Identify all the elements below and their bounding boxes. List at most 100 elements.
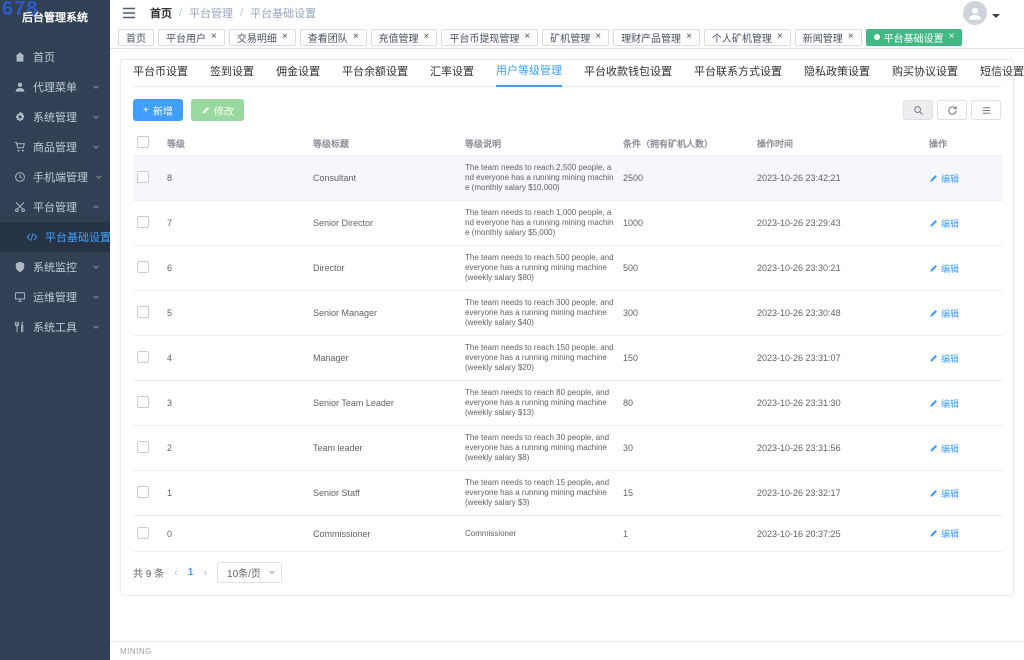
tab-user-level-management[interactable]: 用户等级管理 (496, 62, 562, 87)
breadcrumb-platform-management[interactable]: 平台管理 (189, 5, 233, 21)
chevron-down-icon (95, 173, 103, 181)
avatar[interactable] (963, 1, 987, 25)
tag-platform-basic-settings[interactable]: 平台基础设置× (866, 29, 963, 46)
sidebar-item-mobile-management[interactable]: 手机端管理 (0, 162, 110, 192)
tag-home[interactable]: 首页 (118, 29, 154, 46)
tab-commission-settings[interactable]: 佣金设置 (276, 63, 320, 86)
page-size-select[interactable]: 10条/页 (217, 562, 282, 583)
cell-time: 2023-10-26 23:32:17 (753, 471, 925, 516)
sidebar-item-label: 系统管理 (33, 109, 77, 125)
tag-wealth-product-management[interactable]: 理财产品管理× (613, 29, 700, 46)
next-page-button[interactable]: › (203, 567, 207, 579)
tag-personal-miner-management[interactable]: 个人矿机管理× (704, 29, 791, 46)
edit-row-button[interactable]: 编辑 (929, 217, 959, 230)
tag-miner-management[interactable]: 矿机管理 × (542, 29, 609, 46)
user-menu[interactable] (963, 1, 1014, 25)
pencil-icon (929, 309, 938, 318)
tag-view-team[interactable]: 查看团队 × (300, 29, 367, 46)
columns-button[interactable] (971, 100, 1001, 120)
edit-row-button[interactable]: 编辑 (929, 527, 959, 540)
edit-row-button[interactable]: 编辑 (929, 442, 959, 455)
tab-platform-balance-settings[interactable]: 平台余额设置 (342, 63, 408, 86)
tag-platform-users[interactable]: 平台用户× (158, 29, 225, 46)
tag-transaction-detail[interactable]: 交易明细× (229, 29, 296, 46)
footer: MINING (110, 641, 1024, 660)
close-icon[interactable]: × (848, 32, 854, 42)
table-row: 4 Manager The team needs to reach 150 pe… (133, 336, 1003, 381)
search-toggle-button[interactable] (903, 100, 933, 120)
edit-row-button[interactable]: 编辑 (929, 352, 959, 365)
tab-purchase-agreement-settings[interactable]: 购买协议设置 (892, 63, 958, 86)
breadcrumb-home[interactable]: 首页 (150, 5, 172, 21)
close-icon[interactable]: × (211, 32, 217, 42)
tab-exchange-rate-settings[interactable]: 汇率设置 (430, 63, 474, 86)
col-condition: 条件（拥有矿机人数） (619, 131, 753, 156)
cell-time: 2023-10-26 23:29:43 (753, 201, 925, 246)
edit-row-button[interactable]: 编辑 (929, 487, 959, 500)
tab-sms-settings[interactable]: 短信设置 (980, 63, 1024, 86)
sidebar-item-platform-basic-settings[interactable]: 平台基础设置 (0, 222, 110, 252)
row-checkbox[interactable] (137, 527, 149, 539)
table-tools (903, 100, 1001, 120)
sidebar-item-system-tools[interactable]: 系统工具 (0, 312, 110, 342)
tag-label: 矿机管理 (550, 30, 590, 45)
row-checkbox[interactable] (137, 351, 149, 363)
close-icon[interactable]: × (524, 32, 530, 42)
edit-row-button[interactable]: 编辑 (929, 262, 959, 275)
cell-level: 3 (163, 381, 309, 426)
cell-condition: 1 (619, 516, 753, 552)
page-size-value: 10条/页 (227, 565, 261, 580)
row-checkbox[interactable] (137, 441, 149, 453)
tag-withdrawal-management[interactable]: 平台币提现管理× (441, 29, 538, 46)
tab-checkin-settings[interactable]: 签到设置 (210, 63, 254, 86)
sidebar-item-ops-management[interactable]: 运维管理 (0, 282, 110, 312)
cell-title: Director (309, 246, 461, 291)
cell-desc: The team needs to reach 2,500 people, an… (461, 156, 619, 201)
sidebar-item-system-management[interactable]: 系统管理 (0, 102, 110, 132)
sidebar-item-platform-management[interactable]: 平台管理 (0, 192, 110, 222)
row-checkbox[interactable] (137, 306, 149, 318)
tab-platform-coin-settings[interactable]: 平台币设置 (133, 63, 188, 86)
select-all-checkbox[interactable] (137, 136, 149, 148)
tag-recharge-management[interactable]: 充值管理 × (371, 29, 438, 46)
edit-row-button[interactable]: 编辑 (929, 307, 959, 320)
tag-label: 充值管理 (379, 30, 419, 45)
close-icon[interactable]: × (424, 32, 430, 42)
row-checkbox[interactable] (137, 486, 149, 498)
row-checkbox[interactable] (137, 216, 149, 228)
edit-link-label: 编辑 (941, 262, 959, 275)
sidebar-item-system-monitor[interactable]: 系统监控 (0, 252, 110, 282)
col-actions: 操作 (925, 131, 1003, 156)
app-root: 678 后台管理系统 首页 代理菜单 系统管理 商品管理 (0, 0, 1024, 660)
prev-page-button[interactable]: ‹ (174, 567, 178, 579)
sidebar-toggle-icon[interactable] (122, 7, 136, 19)
close-icon[interactable]: × (686, 32, 692, 42)
close-icon[interactable]: × (949, 32, 955, 42)
close-icon[interactable]: × (595, 32, 601, 42)
close-icon[interactable]: × (353, 32, 359, 42)
tab-receiving-wallet-settings[interactable]: 平台收款钱包设置 (584, 63, 672, 86)
table-row: 0 Commissioner Commissioner 1 2023-10-16… (133, 516, 1003, 552)
tag-news-management[interactable]: 新闻管理× (795, 29, 862, 46)
edit-row-button[interactable]: 编辑 (929, 397, 959, 410)
row-checkbox[interactable] (137, 396, 149, 408)
edit-row-button[interactable]: 编辑 (929, 172, 959, 185)
sidebar-item-home[interactable]: 首页 (0, 42, 110, 72)
page-number-1[interactable]: 1 (188, 567, 194, 578)
sidebar-item-label: 首页 (33, 49, 55, 65)
sidebar-item-goods-management[interactable]: 商品管理 (0, 132, 110, 162)
tab-contact-settings[interactable]: 平台联系方式设置 (694, 63, 782, 86)
tab-privacy-policy-settings[interactable]: 隐私政策设置 (804, 63, 870, 86)
row-checkbox[interactable] (137, 171, 149, 183)
close-icon[interactable]: × (777, 32, 783, 42)
cell-title: Senior Director (309, 201, 461, 246)
close-icon[interactable]: × (282, 32, 288, 42)
tag-label: 查看团队 (308, 30, 348, 45)
sidebar-item-label: 平台基础设置 (45, 229, 111, 245)
refresh-button[interactable] (937, 100, 967, 120)
edit-link-label: 编辑 (941, 352, 959, 365)
row-checkbox[interactable] (137, 261, 149, 273)
sidebar-item-agent-menu[interactable]: 代理菜单 (0, 72, 110, 102)
add-button[interactable]: + 新增 (133, 99, 183, 121)
edit-button[interactable]: 修改 (191, 99, 244, 121)
